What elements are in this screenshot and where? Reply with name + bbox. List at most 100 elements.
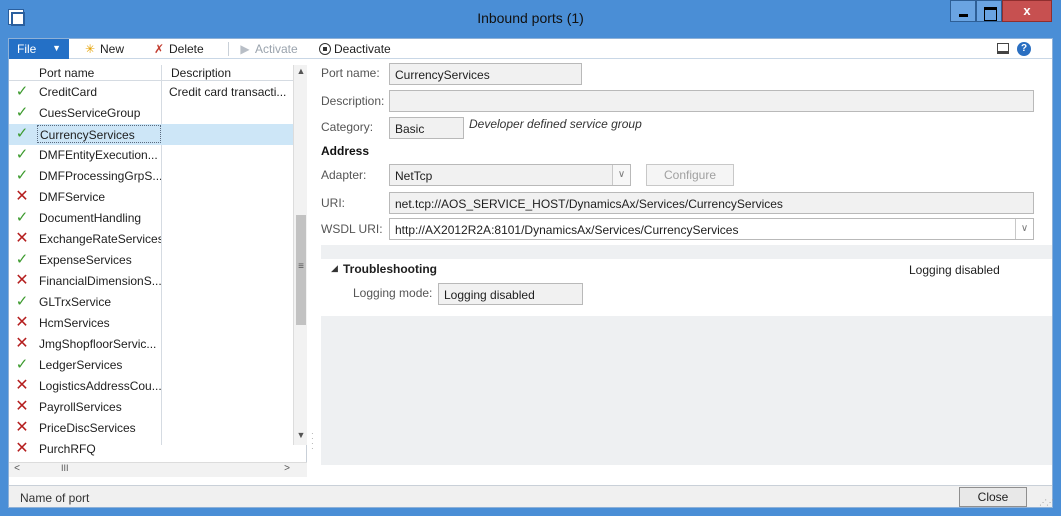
table-row[interactable]: ✓ DMFEntityExecution... — [9, 145, 293, 166]
status-text: Name of port — [20, 491, 90, 505]
window-title: Inbound ports (1) — [477, 10, 584, 26]
port-name-cell[interactable]: LogisticsAddressCou... — [37, 377, 161, 395]
configure-button[interactable]: Configure — [646, 164, 734, 186]
port-name-cell[interactable]: HcmServices — [37, 314, 161, 332]
checkmark-icon: ✓ — [15, 293, 29, 310]
port-name-cell[interactable]: LedgerServices — [37, 356, 161, 374]
table-row[interactable]: ✕ PayrollServices — [9, 397, 293, 418]
description-field[interactable] — [389, 90, 1034, 112]
form-client-area: File ▼ ✳ New ✗ Delete ▶ Activate Deactivate… — [8, 38, 1054, 508]
port-name-cell[interactable]: ExpenseServices — [37, 251, 161, 269]
table-row[interactable]: ✓ LedgerServices — [9, 355, 293, 376]
wsdl-uri-value: http://AX2012R2A:8101/DynamicsAx/Service… — [395, 223, 739, 237]
table-row[interactable]: ✓ CurrencyServices — [9, 124, 293, 145]
table-row[interactable]: ✓ DocumentHandling — [9, 208, 293, 229]
scroll-up-icon[interactable]: ▲ — [294, 66, 308, 80]
table-row[interactable]: ✕ FinancialDimensionS... — [9, 271, 293, 292]
port-name-cell[interactable]: PayrollServices — [37, 398, 161, 416]
port-name-cell[interactable]: DMFService — [37, 188, 161, 206]
table-row[interactable]: ✕ ExchangeRateServices — [9, 229, 293, 250]
deactivate-button[interactable]: Deactivate — [319, 42, 391, 58]
column-header-port-name[interactable]: Port name — [39, 66, 94, 80]
table-row[interactable]: ✕ DMFService — [9, 187, 293, 208]
port-name-cell[interactable]: JmgShopfloorServic... — [37, 335, 161, 353]
scroll-down-icon[interactable]: ▼ — [294, 430, 308, 444]
port-name-cell[interactable]: CreditCard — [37, 83, 161, 101]
troubleshooting-header[interactable]: ◢ Troubleshooting Logging disabled — [321, 259, 1052, 280]
x-icon: ✕ — [15, 314, 29, 331]
x-icon: ✕ — [15, 272, 29, 289]
checkmark-icon: ✓ — [15, 251, 29, 268]
x-icon: ✕ — [15, 377, 29, 394]
port-name-cell[interactable]: CurrencyServices — [37, 125, 161, 143]
checkmark-icon: ✓ — [15, 125, 29, 142]
table-row[interactable]: ✓ ExpenseServices — [9, 250, 293, 271]
new-button[interactable]: ✳ New — [83, 42, 124, 58]
checkmark-icon: ✓ — [15, 167, 29, 184]
port-name-cell[interactable]: ExchangeRateServices — [37, 230, 161, 248]
activate-button[interactable]: ▶ Activate — [238, 42, 298, 58]
table-row[interactable]: ✕ LogisticsAddressCou... — [9, 376, 293, 397]
port-name-cell[interactable]: DMFEntityExecution... — [37, 146, 161, 164]
table-row[interactable]: ✓ DMFProcessingGrpS... — [9, 166, 293, 187]
logging-mode-field[interactable]: Logging disabled — [438, 283, 583, 305]
adapter-dropdown[interactable]: NetTcp ∨ — [389, 164, 631, 186]
delete-button[interactable]: ✗ Delete — [152, 42, 204, 58]
chevron-down-icon[interactable]: ∨ — [1015, 219, 1033, 239]
title-bar[interactable]: Inbound ports (1) x — [0, 0, 1061, 38]
category-field[interactable]: Basic — [389, 117, 464, 139]
ports-grid: Port name Description ✓ CreditCard Credit … — [9, 65, 307, 477]
grid-vertical-scrollbar[interactable]: ▲ ≡ ▼ — [293, 65, 307, 445]
wsdl-uri-label: WSDL URI: — [321, 222, 383, 236]
column-header-description[interactable]: Description — [171, 66, 231, 80]
collapse-triangle-icon[interactable]: ◢ — [331, 263, 338, 274]
port-name-cell[interactable]: PurchRFQ — [37, 440, 161, 458]
table-row[interactable]: ✕ PriceDiscServices — [9, 418, 293, 439]
table-row[interactable]: ✕ JmgShopfloorServic... — [9, 334, 293, 355]
close-window-button[interactable]: x — [1002, 0, 1052, 22]
table-row[interactable]: ✕ PurchRFQ — [9, 439, 293, 460]
close-button[interactable]: Close — [959, 487, 1027, 507]
splitter-handle[interactable]: · · · · — [311, 430, 314, 453]
activate-label: Activate — [255, 42, 298, 56]
close-icon: x — [1023, 3, 1031, 18]
wsdl-uri-field[interactable]: http://AX2012R2A:8101/DynamicsAx/Service… — [389, 218, 1034, 240]
checkmark-icon: ✓ — [15, 104, 29, 121]
chevron-down-icon[interactable]: ∨ — [612, 165, 630, 185]
port-name-cell[interactable]: DMFProcessingGrpS... — [37, 167, 161, 185]
troubleshooting-fasttab: ◢ Troubleshooting Logging disabled Loggi… — [321, 259, 1052, 316]
help-icon[interactable]: ? — [1017, 42, 1031, 56]
scroll-right-icon[interactable]: > — [280, 463, 294, 477]
scroll-left-icon[interactable]: < — [10, 463, 24, 477]
troubleshooting-summary: Logging disabled — [909, 263, 1000, 277]
port-name-cell[interactable]: GLTrxService — [37, 293, 161, 311]
x-icon: ✕ — [15, 230, 29, 247]
port-name-cell[interactable]: DocumentHandling — [37, 209, 161, 227]
resize-grip-icon[interactable]: ⋰⋰ — [1039, 498, 1054, 507]
table-row[interactable]: ✓ GLTrxService — [9, 292, 293, 313]
port-name-cell[interactable]: CuesServiceGroup — [37, 104, 161, 122]
chevron-down-icon: ▼ — [52, 43, 61, 53]
table-row[interactable]: ✕ HcmServices — [9, 313, 293, 334]
new-label: New — [100, 42, 125, 56]
file-menu-button[interactable]: File ▼ — [9, 39, 69, 59]
x-icon: ✕ — [15, 398, 29, 415]
scroll-grip-icon: ≡ — [298, 261, 304, 272]
logging-mode-label: Logging mode: — [353, 286, 433, 300]
category-label: Category: — [321, 120, 374, 134]
minimize-button[interactable] — [950, 0, 976, 22]
table-row[interactable]: ✓ CuesServiceGroup — [9, 103, 293, 124]
port-name-cell[interactable]: PriceDiscServices — [37, 419, 161, 437]
table-row[interactable]: ✓ CreditCard Credit card transacti... — [9, 82, 293, 103]
layout-toggle-icon[interactable] — [997, 43, 1009, 54]
uri-field[interactable]: net.tcp://AOS_SERVICE_HOST/DynamicsAx/Se… — [389, 192, 1034, 214]
port-name-field[interactable]: CurrencyServices — [389, 63, 582, 85]
checkmark-icon: ✓ — [15, 83, 29, 100]
toolbar-separator — [228, 42, 229, 56]
address-group-title: Address — [321, 144, 370, 158]
grid-horizontal-scrollbar[interactable]: < III > — [9, 462, 307, 477]
maximize-button[interactable] — [976, 0, 1002, 22]
port-name-cell[interactable]: FinancialDimensionS... — [37, 272, 161, 290]
file-label: File — [17, 42, 37, 56]
description-cell[interactable]: Credit card transacti... — [169, 85, 291, 99]
